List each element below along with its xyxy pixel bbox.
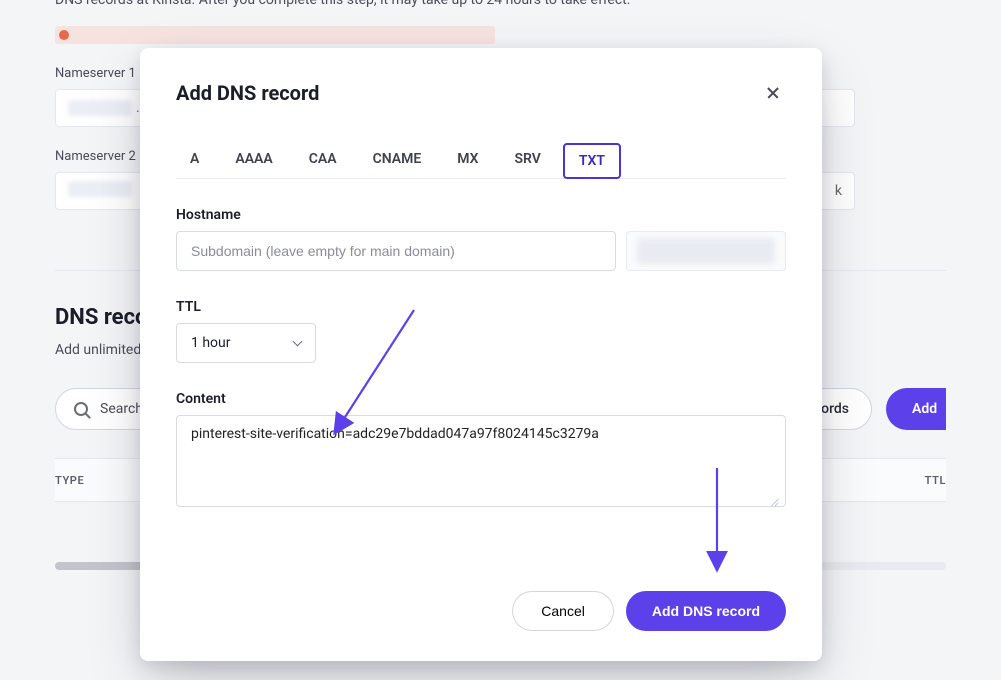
hostname-label: Hostname — [176, 207, 786, 223]
cancel-button[interactable]: Cancel — [512, 591, 614, 631]
ttl-select[interactable]: 1 hour — [176, 323, 316, 363]
submit-add-dns-record-button[interactable]: Add DNS record — [626, 591, 786, 631]
content-textarea[interactable] — [176, 415, 786, 507]
tab-txt[interactable]: TXT — [563, 143, 621, 179]
tab-mx[interactable]: MX — [443, 143, 492, 179]
modal-backdrop: Add DNS record A AAAA CAA CNAME MX SRV T… — [0, 0, 1001, 680]
close-icon[interactable] — [760, 80, 786, 106]
tab-srv[interactable]: SRV — [501, 143, 555, 179]
hostname-input[interactable] — [176, 231, 616, 271]
add-dns-record-modal: Add DNS record A AAAA CAA CNAME MX SRV T… — [140, 48, 822, 661]
tab-caa[interactable]: CAA — [295, 143, 351, 179]
redacted-content — [637, 238, 775, 264]
tab-aaaa[interactable]: AAAA — [221, 143, 286, 179]
tab-cname[interactable]: CNAME — [359, 143, 436, 179]
ttl-label: TTL — [176, 299, 786, 315]
domain-suffix-readonly — [626, 231, 786, 271]
chevron-down-icon — [293, 338, 303, 348]
record-type-tabs: A AAAA CAA CNAME MX SRV TXT — [176, 142, 786, 179]
content-label: Content — [176, 391, 786, 407]
modal-title: Add DNS record — [176, 81, 319, 105]
ttl-selected-value: 1 hour — [191, 335, 231, 351]
tab-a[interactable]: A — [176, 143, 213, 179]
